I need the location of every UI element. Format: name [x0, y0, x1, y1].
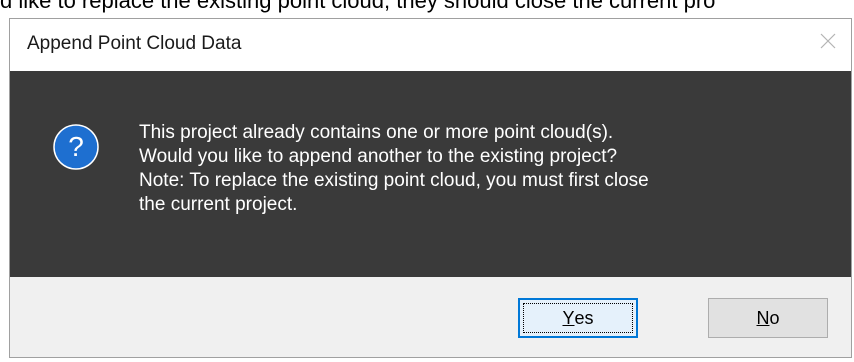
message-line: the current project.	[139, 194, 298, 215]
dialog-content: ? This project already contains one or m…	[10, 71, 851, 277]
focus-rectangle	[523, 303, 633, 333]
no-button[interactable]: No	[708, 298, 828, 338]
dialog-titlebar[interactable]: Append Point Cloud Data	[10, 19, 851, 71]
yes-button[interactable]: Yes	[518, 298, 638, 338]
question-icon: ?	[53, 124, 99, 170]
message-line: This project already contains one or mor…	[139, 122, 614, 143]
no-accelerator: N	[756, 307, 770, 328]
message-line: Note: To replace the existing point clou…	[139, 170, 649, 191]
append-point-cloud-dialog: Append Point Cloud Data ? This project a…	[9, 18, 852, 358]
dialog-title: Append Point Cloud Data	[27, 33, 242, 54]
svg-text:?: ?	[68, 131, 84, 162]
no-label-rest: o	[769, 307, 780, 328]
message-line: Would you like to append another to the …	[139, 146, 618, 167]
close-button[interactable]	[805, 19, 851, 63]
close-icon	[820, 33, 836, 49]
dialog-button-bar: Yes No	[10, 277, 851, 357]
background-document-text: d like to replace the existing point clo…	[0, 0, 716, 13]
dialog-message: This project already contains one or mor…	[139, 121, 819, 217]
